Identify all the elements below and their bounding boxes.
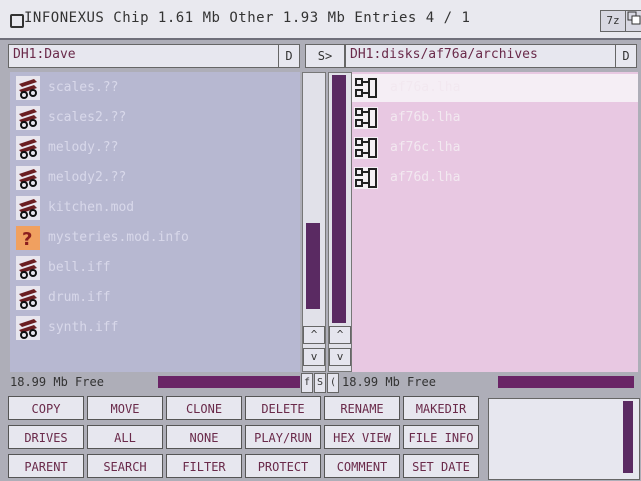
- none-button[interactable]: NONE: [166, 425, 242, 449]
- close-gadget-icon[interactable]: [10, 14, 24, 28]
- sound-file-icon: [16, 136, 40, 160]
- sound-file-icon: [16, 316, 40, 340]
- right-device-button[interactable]: D: [615, 45, 636, 67]
- left-file-name: scales.??: [48, 80, 119, 95]
- left-scroll-knob[interactable]: [306, 223, 320, 309]
- left-file-name: drum.iff: [48, 290, 111, 305]
- svg-text:?: ?: [22, 229, 32, 250]
- window-title: INFONEXUS Chip 1.61 Mb Other 1.93 Mb Ent…: [24, 10, 471, 26]
- right-file-row[interactable]: af76c.lha: [352, 134, 638, 162]
- info-panel: [488, 398, 640, 480]
- left-free-gauge: [158, 376, 300, 388]
- right-file-row[interactable]: af76d.lha: [352, 164, 638, 192]
- copy-button[interactable]: COPY: [8, 396, 84, 420]
- sound-file-icon: [16, 196, 40, 220]
- right-file-name: af76d.lha: [390, 170, 461, 185]
- left-file-name: melody.??: [48, 140, 119, 155]
- comment-button[interactable]: COMMENT: [324, 454, 400, 478]
- search-button[interactable]: SEARCH: [87, 454, 163, 478]
- depth-icon: [627, 11, 641, 25]
- left-free-text: 18.99 Mb Free: [10, 375, 104, 389]
- left-file-row[interactable]: melody2.??: [10, 164, 300, 192]
- right-file-row[interactable]: af76a.lha: [352, 74, 638, 102]
- right-file-row[interactable]: af76b.lha: [352, 104, 638, 132]
- filter-button[interactable]: FILTER: [166, 454, 242, 478]
- title-bar[interactable]: INFONEXUS Chip 1.61 Mb Other 1.93 Mb Ent…: [0, 0, 641, 40]
- play-run-button[interactable]: PLAY/RUN: [245, 425, 321, 449]
- left-file-row[interactable]: melody.??: [10, 134, 300, 162]
- s-button[interactable]: S: [314, 373, 326, 393]
- left-file-name: melody2.??: [48, 170, 127, 185]
- sound-file-icon: [16, 106, 40, 130]
- left-file-name: bell.iff: [48, 260, 111, 275]
- f-button[interactable]: f: [301, 373, 313, 393]
- left-file-row[interactable]: scales.??: [10, 74, 300, 102]
- sound-file-icon: [16, 286, 40, 310]
- parent-button[interactable]: PARENT: [8, 454, 84, 478]
- left-file-row[interactable]: bell.iff: [10, 254, 300, 282]
- left-file-row[interactable]: scales2.??: [10, 104, 300, 132]
- drives-button[interactable]: DRIVES: [8, 425, 84, 449]
- right-scroll-up-button[interactable]: ^: [329, 326, 351, 344]
- command-button-grid: COPY MOVE CLONE DELETE RENAME MAKEDIR DRIVES AL…: [8, 396, 480, 478]
- archive-icon: [354, 77, 378, 99]
- delete-button[interactable]: DELETE: [245, 396, 321, 420]
- left-path-field[interactable]: DH1:Dave D: [8, 44, 300, 68]
- c-button[interactable]: (: [327, 373, 339, 393]
- file-info-button[interactable]: FILE INFO: [403, 425, 479, 449]
- right-path-text: DH1:disks/af76a/archives: [350, 47, 538, 62]
- clone-button[interactable]: CLONE: [166, 396, 242, 420]
- right-path-field[interactable]: DH1:disks/af76a/archives D: [345, 44, 637, 68]
- left-file-row[interactable]: synth.iff: [10, 314, 300, 342]
- move-button[interactable]: MOVE: [87, 396, 163, 420]
- left-scroll-down-button[interactable]: v: [303, 348, 325, 366]
- archive-icon: [354, 107, 378, 129]
- rename-button[interactable]: RENAME: [324, 396, 400, 420]
- zoom-gadget-button[interactable]: 7z: [600, 10, 626, 32]
- protect-button[interactable]: PROTECT: [245, 454, 321, 478]
- left-file-name: synth.iff: [48, 320, 119, 335]
- all-button[interactable]: ALL: [87, 425, 163, 449]
- sound-file-icon: [16, 76, 40, 100]
- left-device-button[interactable]: D: [278, 45, 299, 67]
- left-file-name: kitchen.mod: [48, 200, 135, 215]
- left-file-row[interactable]: ? mysteries.mod.info: [10, 224, 300, 252]
- right-file-name: af76b.lha: [390, 110, 461, 125]
- sound-file-icon: [16, 166, 40, 190]
- right-file-list[interactable]: af76a.lha af76b.lha af76c.lha af76d.lha: [352, 72, 638, 372]
- right-file-name: af76a.lha: [390, 80, 461, 95]
- right-free-text: 18.99 Mb Free: [342, 375, 436, 389]
- left-path-text: DH1:Dave: [13, 47, 76, 62]
- left-file-name: mysteries.mod.info: [48, 230, 189, 245]
- makedir-button[interactable]: MAKEDIR: [403, 396, 479, 420]
- left-file-name: scales2.??: [48, 110, 127, 125]
- set-date-button[interactable]: SET DATE: [403, 454, 479, 478]
- info-panel-bar: [623, 401, 633, 473]
- swap-panels-button[interactable]: S>: [305, 44, 345, 68]
- sound-file-icon: [16, 256, 40, 280]
- left-file-row[interactable]: kitchen.mod: [10, 194, 300, 222]
- right-scroll-knob[interactable]: [332, 75, 346, 323]
- left-file-list[interactable]: scales.?? scales2.?? melody.?? melody2.?? ki…: [10, 72, 300, 372]
- left-scroll-up-button[interactable]: ^: [303, 326, 325, 344]
- left-file-row[interactable]: drum.iff: [10, 284, 300, 312]
- right-file-name: af76c.lha: [390, 140, 461, 155]
- left-free-space: 18.99 Mb Free: [10, 374, 306, 392]
- right-free-space: 18.99 Mb Free: [342, 374, 638, 392]
- archive-icon: [354, 137, 378, 159]
- unknown-file-icon: ?: [16, 226, 40, 250]
- right-free-gauge: [498, 376, 634, 388]
- right-scroll-down-button[interactable]: v: [329, 348, 351, 366]
- hex-view-button[interactable]: HEX VIEW: [324, 425, 400, 449]
- file-manager-screen: INFONEXUS Chip 1.61 Mb Other 1.93 Mb Ent…: [0, 0, 641, 481]
- archive-icon: [354, 167, 378, 189]
- depth-gadget-button[interactable]: [625, 10, 641, 32]
